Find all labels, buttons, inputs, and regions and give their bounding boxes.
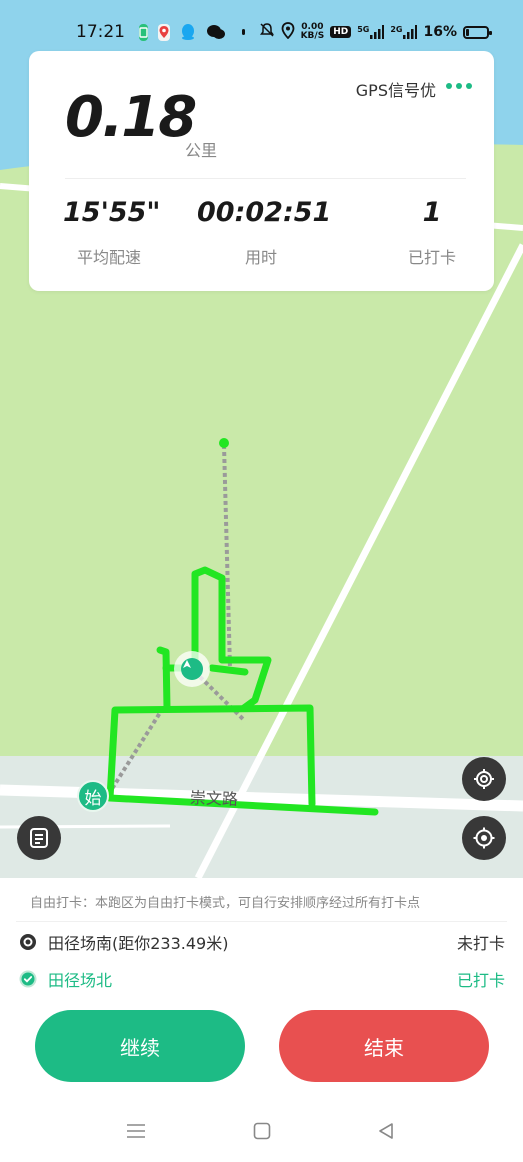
card-divider [65, 178, 466, 179]
distance-unit: 公里 [185, 141, 218, 160]
gps-signal-status: GPS信号优 [355, 81, 436, 100]
pace-value: 15'55" [63, 197, 161, 228]
road-label: 崇文路 [189, 788, 239, 809]
pace-label: 平均配速 [76, 248, 141, 267]
start-marker: 始 [77, 780, 109, 812]
checkpoint-done-icon [18, 969, 38, 989]
checkpoint-south[interactable]: 田径场南(距你233.49米) 未打卡 [18, 929, 505, 955]
wechat-notification-icon [206, 24, 226, 40]
status-bar: 17:21 0.00 KB/S HD 5G 2G 16% [0, 0, 523, 64]
run-record-button[interactable] [17, 816, 61, 860]
signal-5g-icon: 5G [357, 25, 385, 39]
battery-level-fill [466, 28, 470, 36]
signal-2g-label: 2G [390, 25, 403, 34]
more-options-icon[interactable] [446, 83, 472, 89]
duration-stat: 00:02:51 用时 [197, 197, 332, 268]
continue-button[interactable]: 继续 [35, 1010, 245, 1082]
status-time: 17:21 [76, 22, 125, 42]
ground-area [0, 756, 523, 878]
back-button[interactable] [366, 1114, 406, 1148]
home-button[interactable] [242, 1114, 282, 1148]
pace-stat: 15'55" 平均配速 [63, 197, 161, 268]
network-speed-unit: KB/S [300, 31, 325, 41]
distance-value: 0.18 [65, 85, 197, 150]
locate-target-button[interactable] [462, 757, 506, 801]
duration-value: 00:02:51 [197, 197, 332, 228]
end-button[interactable]: 结束 [279, 1010, 489, 1082]
free-checkin-notice: 自由打卡：本跑区为自由打卡模式，可自行安排顺序经过所有打卡点 [30, 896, 421, 911]
back-icon [379, 1123, 393, 1139]
app-notification-icon [139, 23, 148, 41]
checkpoint-status: 未打卡 [456, 934, 505, 953]
current-location-icon [181, 658, 203, 680]
more-notifications-dot [242, 29, 245, 35]
location-pin-icon [281, 21, 295, 43]
network-speed: 0.00 KB/S [301, 23, 325, 41]
run-stats-card: GPS信号优 0.18 公里 15'55" 平均配速 00:02:51 用时 1… [29, 51, 494, 291]
system-nav-bar [0, 1114, 523, 1148]
battery-icon [463, 25, 492, 39]
battery-percent: 16% [423, 24, 457, 40]
checkpoint-name: 田径场南(距你233.49米) [48, 934, 229, 953]
duration-label: 用时 [244, 248, 277, 267]
menu-button[interactable] [116, 1114, 156, 1148]
checkpoint-pin-icon [18, 932, 38, 952]
checkpoint-panel: 自由打卡：本跑区为自由打卡模式，可自行安排顺序经过所有打卡点 田径场南(距你23… [0, 878, 523, 1162]
signal-2g-icon: 2G [390, 25, 418, 39]
track-end-dot [219, 438, 229, 448]
mute-bell-icon [259, 22, 275, 42]
checked-stat: 1 已打卡 [397, 197, 467, 268]
checkpoint-name: 田径场北 [48, 971, 113, 990]
status-right-icons: 0.00 KB/S HD 5G 2G 16% [259, 21, 492, 43]
checkpoint-status: 已打卡 [456, 971, 505, 990]
signal-5g-label: 5G [357, 25, 370, 34]
home-icon [253, 1122, 271, 1140]
checked-count-value: 1 [422, 197, 442, 228]
map-app-notification-icon [158, 23, 170, 41]
notice-divider [16, 921, 507, 922]
checked-count-label: 已打卡 [407, 248, 456, 267]
menu-icon [127, 1124, 145, 1138]
my-location-icon [473, 827, 495, 849]
document-list-icon [30, 828, 48, 848]
hd-badge: HD [330, 26, 352, 38]
checkpoint-north[interactable]: 田径场北 已打卡 [18, 966, 505, 992]
target-icon [474, 769, 494, 789]
qq-notification-icon [180, 23, 196, 41]
my-location-button[interactable] [462, 816, 506, 860]
